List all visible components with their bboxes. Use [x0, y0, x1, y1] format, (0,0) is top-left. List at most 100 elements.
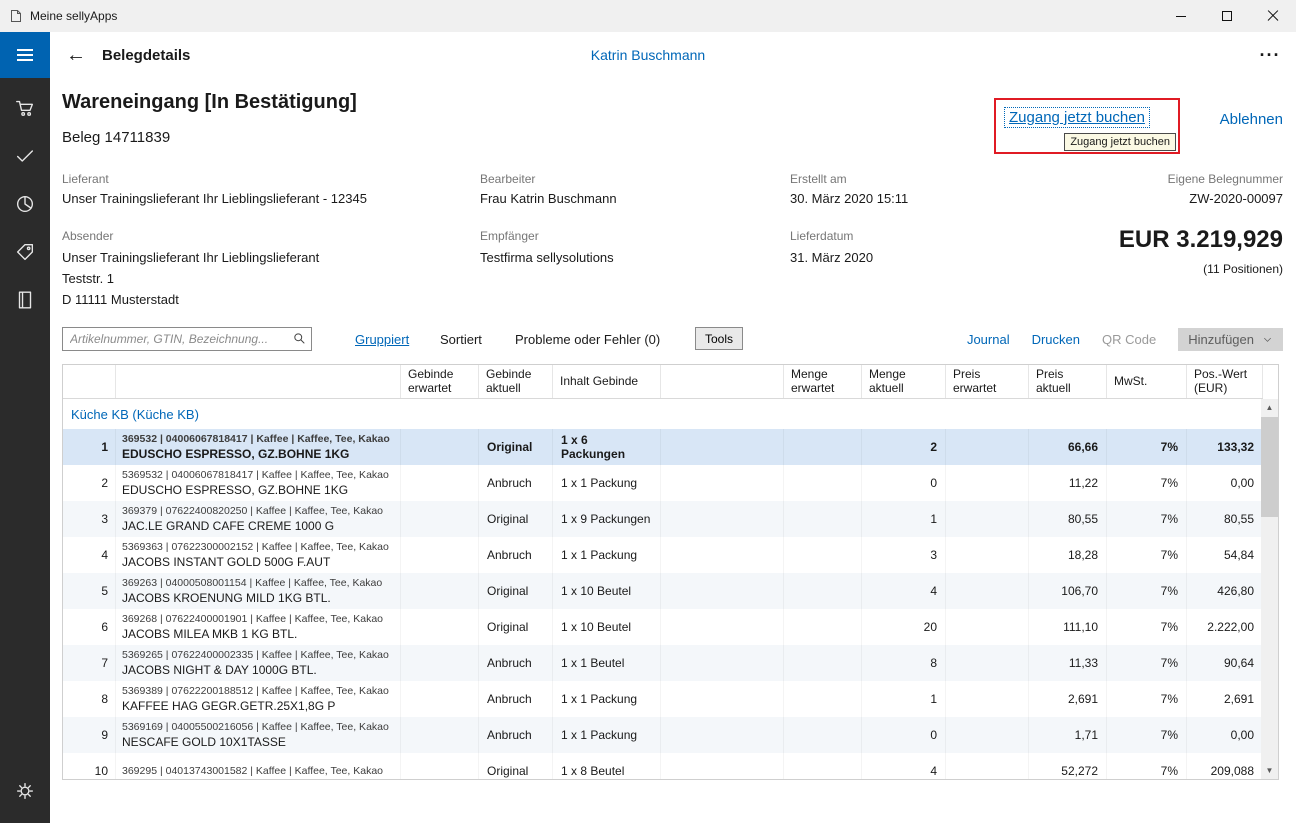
- sidebar-item-cart[interactable]: [0, 84, 50, 132]
- article-name: JACOBS INSTANT GOLD 500G F.AUT: [122, 554, 331, 569]
- back-button[interactable]: ←: [56, 32, 96, 78]
- gear-icon: [16, 782, 34, 800]
- cell-inhalt-gebinde: 1 x 10 Beutel: [553, 609, 661, 645]
- cell-spacer: [661, 465, 784, 501]
- col-header-article: [116, 365, 401, 398]
- table-row[interactable]: 5 369263 | 04000508001154 | Kaffee | Kaf…: [63, 573, 1263, 609]
- scrollbar-thumb[interactable]: [1261, 417, 1278, 517]
- sidebar-item-promotions[interactable]: [0, 228, 50, 276]
- col-header-preis-erwartet: Preis erwartet: [946, 365, 1029, 398]
- document-title: Wareneingang [In Bestätigung]: [62, 91, 357, 113]
- sidebar-item-catalog[interactable]: [0, 276, 50, 324]
- scroll-down-button[interactable]: ▼: [1261, 762, 1278, 779]
- hamburger-menu-button[interactable]: [0, 32, 50, 78]
- cell-preis-erwartet: [946, 537, 1029, 573]
- cell-gebinde-erwartet: [401, 609, 479, 645]
- cell-menge-erwartet: [784, 429, 862, 465]
- table-row[interactable]: 10 369295 | 04013743001582 | Kaffee | Ka…: [63, 753, 1263, 779]
- minimize-button[interactable]: [1158, 0, 1204, 32]
- supplier-value: Unser Trainingslieferant Ihr Lieblingsli…: [62, 191, 367, 206]
- article-cell: 5369265 | 07622400002335 | Kaffee | Kaff…: [116, 645, 401, 681]
- row-number: 10: [63, 753, 116, 779]
- table-row[interactable]: 6 369268 | 07622400001901 | Kaffee | Kaf…: [63, 609, 1263, 645]
- cell-inhalt-gebinde: 1 x 1 Packung: [553, 465, 661, 501]
- cell-spacer: [661, 501, 784, 537]
- sidebar-item-tasks[interactable]: [0, 132, 50, 180]
- table-row[interactable]: 4 5369363 | 07622300002152 | Kaffee | Ka…: [63, 537, 1263, 573]
- article-meta: 5369363 | 07622300002152 | Kaffee | Kaff…: [122, 540, 389, 553]
- cell-spacer: [661, 681, 784, 717]
- toolbar-right: Journal Drucken QR Code Hinzufügen: [967, 328, 1283, 351]
- group-header[interactable]: Küche KB (Küche KB): [63, 399, 1263, 429]
- table-row[interactable]: 1 369532 | 04006067818417 | Kaffee | Kaf…: [63, 429, 1263, 465]
- cell-pos-wert: 54,84: [1187, 537, 1263, 573]
- table-row[interactable]: 3 369379 | 07622400820250 | Kaffee | Kaf…: [63, 501, 1263, 537]
- col-header-spacer: [661, 365, 784, 398]
- print-link[interactable]: Drucken: [1032, 332, 1080, 347]
- cell-mwst: 7%: [1107, 465, 1187, 501]
- search-input[interactable]: [62, 327, 312, 351]
- article-cell: 5369389 | 07622200188512 | Kaffee | Kaff…: [116, 681, 401, 717]
- filter-problems[interactable]: Probleme oder Fehler (0): [515, 332, 660, 347]
- close-icon: [1267, 10, 1279, 22]
- filter-sorted[interactable]: Sortiert: [440, 332, 482, 347]
- content-area: Wareneingang [In Bestätigung] Beleg 1471…: [50, 78, 1296, 823]
- cell-menge-erwartet: [784, 573, 862, 609]
- add-button[interactable]: Hinzufügen: [1178, 328, 1283, 351]
- row-number: 4: [63, 537, 116, 573]
- row-number: 6: [63, 609, 116, 645]
- cell-gebinde-aktuell: Original: [479, 501, 553, 537]
- vertical-scrollbar[interactable]: ▲ ▼: [1261, 399, 1278, 779]
- maximize-button[interactable]: [1204, 0, 1250, 32]
- sidebar-item-settings[interactable]: [0, 767, 50, 815]
- article-cell: 5369363 | 07622300002152 | Kaffee | Kaff…: [116, 537, 401, 573]
- filter-grouped[interactable]: Gruppiert: [355, 332, 409, 347]
- reject-link[interactable]: Ablehnen: [1220, 111, 1283, 128]
- qr-code-link[interactable]: QR Code: [1102, 332, 1156, 347]
- table-row[interactable]: 9 5369169 | 04005500216056 | Kaffee | Ka…: [63, 717, 1263, 753]
- scroll-up-button[interactable]: ▲: [1261, 399, 1278, 416]
- row-number: 5: [63, 573, 116, 609]
- cell-menge-aktuell: 1: [862, 681, 946, 717]
- cell-mwst: 7%: [1107, 681, 1187, 717]
- cell-mwst: 7%: [1107, 573, 1187, 609]
- cell-gebinde-erwartet: [401, 465, 479, 501]
- article-name: EDUSCHO ESPRESSO, GZ.BOHNE 1KG: [122, 482, 349, 497]
- app-header: ← Belegdetails Katrin Buschmann ···: [0, 32, 1296, 78]
- cell-menge-aktuell: 1: [862, 501, 946, 537]
- delivery-date-label: Lieferdatum: [790, 229, 854, 243]
- hamburger-icon: [17, 49, 33, 51]
- row-number: 9: [63, 717, 116, 753]
- cell-pos-wert: 90,64: [1187, 645, 1263, 681]
- article-cell: 5369532 | 04006067818417 | Kaffee | Kaff…: [116, 465, 401, 501]
- cell-preis-aktuell: 106,70: [1029, 573, 1107, 609]
- table-row[interactable]: 7 5369265 | 07622400002335 | Kaffee | Ka…: [63, 645, 1263, 681]
- editor-label: Bearbeiter: [480, 172, 536, 186]
- cell-gebinde-erwartet: [401, 501, 479, 537]
- cell-spacer: [661, 537, 784, 573]
- book-now-link[interactable]: Zugang jetzt buchen: [1004, 107, 1150, 128]
- window-title: Meine sellyApps: [30, 9, 118, 23]
- cell-gebinde-erwartet: [401, 681, 479, 717]
- table-row[interactable]: 8 5369389 | 07622200188512 | Kaffee | Ka…: [63, 681, 1263, 717]
- table-row[interactable]: 2 5369532 | 04006067818417 | Kaffee | Ka…: [63, 465, 1263, 501]
- sidebar-item-statistics[interactable]: [0, 180, 50, 228]
- cell-menge-erwartet: [784, 753, 862, 779]
- article-name: EDUSCHO ESPRESSO, GZ.BOHNE 1KG: [122, 446, 350, 461]
- col-header-menge-erwartet: Menge erwartet: [784, 365, 862, 398]
- search-icon[interactable]: [292, 331, 307, 351]
- cell-inhalt-gebinde: 1 x 1 Packung: [553, 537, 661, 573]
- col-header-menge-aktuell: Menge aktuell: [862, 365, 946, 398]
- cell-inhalt-gebinde: 1 x 8 Beutel: [553, 753, 661, 779]
- cell-gebinde-aktuell: Anbruch: [479, 465, 553, 501]
- cell-menge-aktuell: 8: [862, 645, 946, 681]
- article-meta: 369268 | 07622400001901 | Kaffee | Kaffe…: [122, 612, 383, 625]
- cell-gebinde-aktuell: Anbruch: [479, 645, 553, 681]
- journal-link[interactable]: Journal: [967, 332, 1010, 347]
- sender-label: Absender: [62, 229, 114, 243]
- close-button[interactable]: [1250, 0, 1296, 32]
- tools-button[interactable]: Tools: [695, 327, 744, 350]
- cell-preis-erwartet: [946, 609, 1029, 645]
- cell-spacer: [661, 645, 784, 681]
- more-menu-button[interactable]: ···: [1250, 32, 1290, 78]
